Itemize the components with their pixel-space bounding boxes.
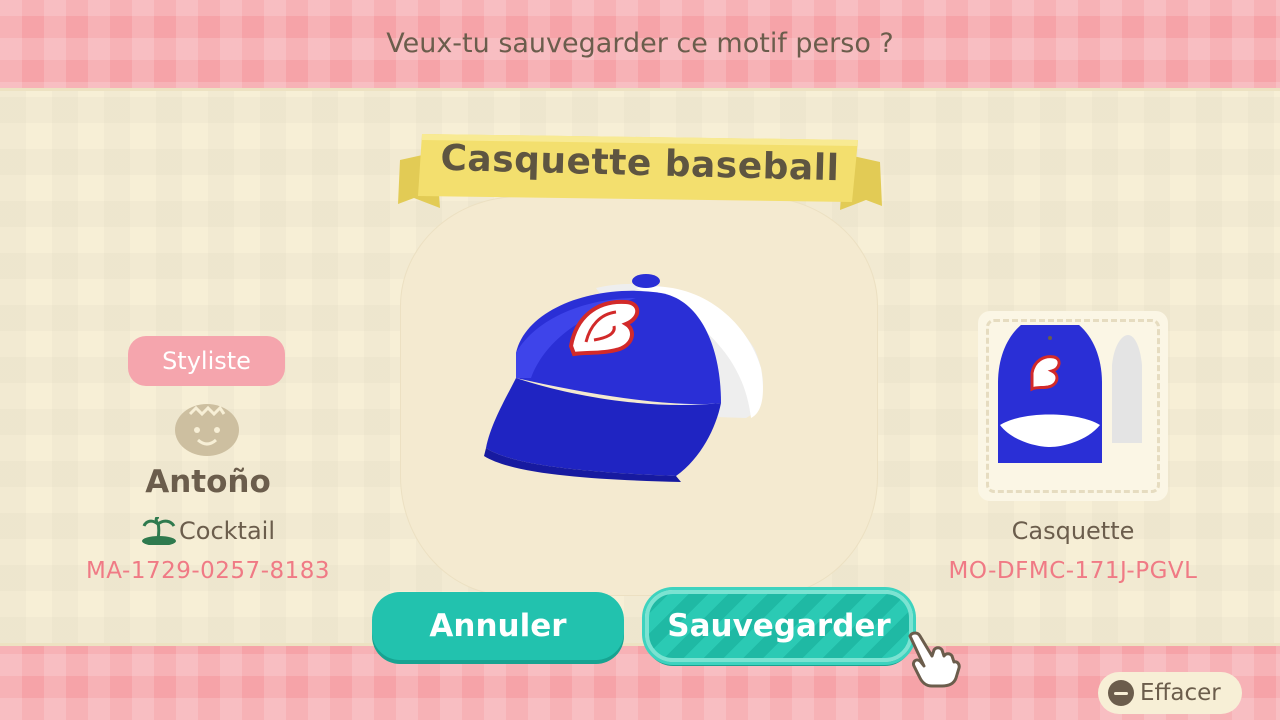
cap-3d-preview [484,274,764,482]
island-row: Cocktail [100,517,316,545]
save-button[interactable]: Sauvegarder [645,590,913,662]
erase-label: Effacer [1140,680,1221,706]
pattern-title: Casquette baseball [440,137,840,189]
cancel-button[interactable]: Annuler [372,592,624,660]
palm-island-icon [142,517,176,545]
pattern-type: Casquette [1011,517,1135,545]
design-code: MO-DFMC-171J-PGVL [948,558,1198,584]
villager-face-icon [175,404,239,456]
erase-control[interactable]: Effacer [1098,672,1242,714]
author-name: Antoño [145,464,271,500]
minus-button-icon [1108,680,1134,706]
pointing-hand-icon [908,631,961,688]
stylist-badge: Styliste [128,336,285,386]
pattern-thumbnail [978,311,1168,501]
creator-code: MA-1729-0257-8183 [85,558,331,584]
dialog-question: Veux-tu sauvegarder ce motif perso ? [386,28,894,59]
cap-pattern-flat [998,325,1142,463]
island-name: Cocktail [179,517,275,545]
